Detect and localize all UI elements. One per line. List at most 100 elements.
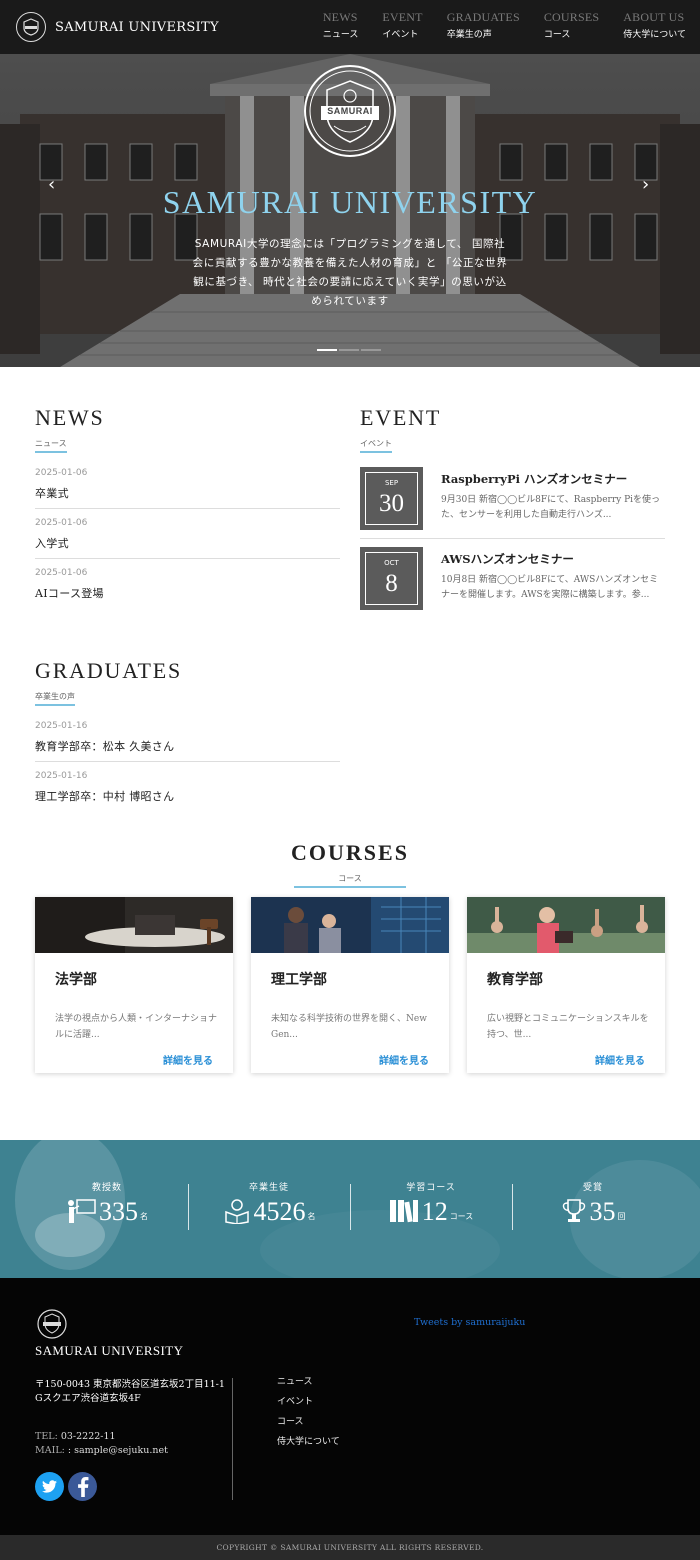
university-emblem-icon: [16, 12, 46, 42]
list-item[interactable]: 2025-01-16 理工学部卒：中村 博昭さん: [35, 762, 340, 811]
news-section: NEWS ニュース 2025-01-06 卒業式 2025-01-06 入学式 20…: [35, 405, 340, 608]
hero-emblem-label: SAMURAI: [327, 106, 373, 116]
footer-contact: TEL: 03-2222-11 MAIL: : sample@sejuku.ne…: [35, 1430, 168, 1458]
twitter-icon: [42, 1480, 57, 1493]
stat-label: 受賞: [582, 1183, 603, 1193]
twitter-button[interactable]: [35, 1472, 64, 1501]
facebook-button[interactable]: [68, 1472, 97, 1501]
site-logo[interactable]: SAMURAI UNIVERSITY: [16, 12, 219, 42]
nav-item-news[interactable]: NEWS ニュース: [323, 10, 359, 40]
event-section: EVENT イベント SEP 30 RaspberryPi ハンズオンセミナー …: [360, 405, 665, 618]
nav-label-en: COURSES: [543, 10, 600, 24]
graduates-list: 2025-01-16 教育学部卒：松本 久美さん 2025-01-16 理工学部卒：…: [35, 712, 340, 811]
list-item[interactable]: 2025-01-06 卒業式: [35, 459, 340, 509]
nav-label-en: NEWS: [322, 10, 358, 24]
news-subtitle: ニュース: [35, 438, 67, 453]
slider-dot[interactable]: [317, 349, 337, 351]
course-image-engineering: [251, 897, 449, 953]
graduates-title: GRADUATES: [35, 658, 182, 683]
event-day: 30: [379, 490, 404, 517]
mail-label: MAIL:: [35, 1445, 65, 1456]
event-list: SEP 30 RaspberryPi ハンズオンセミナー 9月30日 新宿◯◯ビ…: [360, 459, 665, 618]
news-list: 2025-01-06 卒業式 2025-01-06 入学式 2025-01-06 AI…: [35, 459, 340, 608]
courses-title: COURSES: [291, 840, 409, 865]
list-item[interactable]: 2025-01-06 入学式: [35, 509, 340, 559]
list-item[interactable]: 2025-01-06 AIコース登場: [35, 559, 340, 608]
graduates-section: GRADUATES 卒業生の声 2025-01-16 教育学部卒：松本 久美さん …: [35, 658, 340, 811]
course-card-law[interactable]: 法学部 法学の視点から人類・インターナショナルに活躍... 詳細を見る: [35, 897, 233, 1073]
course-image-law: [35, 897, 233, 953]
graduates-subtitle: 卒業生の声: [35, 691, 75, 706]
course-title: 理工学部: [271, 972, 327, 988]
list-item[interactable]: 2025-01-16 教育学部卒：松本 久美さん: [35, 712, 340, 762]
footer-nav: ニュース イベント コース 侍大学について: [277, 1372, 340, 1452]
slider-dot[interactable]: [361, 349, 381, 351]
course-card-education[interactable]: 教育学部 広い視野とコミュニケーションスキルを持つ、世... 詳細を見る: [467, 897, 665, 1073]
site-footer: SAMURAI UNIVERSITY 〒150-0043 東京都渋谷区道玄坂2丁…: [0, 1278, 700, 1535]
news-item-title: 入学式: [35, 537, 69, 550]
social-links: [35, 1472, 101, 1501]
course-desc: 広い視野とコミュニケーションスキルを持つ、世...: [487, 1014, 649, 1040]
footer-link-about[interactable]: 侍大学について: [277, 1432, 340, 1452]
event-month: SEP: [384, 479, 399, 487]
footer-link-courses[interactable]: コース: [277, 1412, 340, 1432]
mail-value: : sample@sejuku.net: [67, 1445, 168, 1456]
course-cards: 法学部 法学の視点から人類・インターナショナルに活躍... 詳細を見る 理工学部…: [35, 897, 683, 1073]
stat-label: 卒業生徒: [248, 1183, 289, 1193]
stat-graduates: 卒業生徒 4526 名: [188, 1180, 350, 1227]
nav-item-courses[interactable]: COURSES コース: [544, 10, 599, 40]
nav-label-jp: イベント: [382, 30, 419, 40]
news-item-title: 卒業式: [35, 487, 69, 500]
course-detail-link[interactable]: 詳細を見る: [163, 1052, 213, 1067]
tel-value: 03-2222-11: [60, 1431, 116, 1442]
footer-link-news[interactable]: ニュース: [277, 1372, 340, 1392]
event-item-title: RaspberryPi ハンズオンセミナー: [441, 472, 628, 486]
nav-item-about-us[interactable]: ABOUT US 侍大学について: [623, 10, 686, 40]
main-nav: NEWS ニュース EVENT イベント GRADUATES 卒業生の声 COURSE…: [299, 10, 686, 40]
event-item-desc: 10月8日 新宿◯◯ビル8Fにて、AWSハンズオンセミナーを開催します。AWSを…: [441, 575, 659, 600]
event-date-badge: SEP 30: [360, 467, 423, 530]
course-detail-link[interactable]: 詳細を見る: [379, 1052, 429, 1067]
footer-address: 〒150-0043 東京都渋谷区道玄坂2丁目11-1 Gスクエア渋谷道玄坂4F: [35, 1379, 225, 1404]
twitter-timeline-link[interactable]: Tweets by samuraijuku: [414, 1317, 525, 1328]
stats-section: 教授数 335 名 卒業生徒 4526 名 学習コース 12 コース 受賞 35…: [0, 1140, 700, 1278]
nav-item-event[interactable]: EVENT イベント: [382, 10, 422, 40]
stat-courses: 学習コース 12 コース: [350, 1180, 512, 1227]
news-item-title: AIコース登場: [35, 587, 104, 600]
hero-slider: SAMURAI ‹ › SAMURAI UNIVERSITY SAMURAI大学…: [0, 54, 700, 367]
course-desc: 未知なる科学技術の世界を開く、New Gen...: [271, 1014, 427, 1040]
stat-value: 35: [589, 1197, 616, 1226]
graduate-date: 2025-01-16: [35, 771, 88, 781]
nav-label-en: EVENT: [382, 10, 423, 24]
stat-label: 学習コース: [406, 1183, 456, 1193]
footer-emblem-icon: [37, 1309, 67, 1339]
slider-dots: [317, 349, 383, 351]
slider-dot[interactable]: [339, 349, 359, 351]
nav-item-graduates[interactable]: GRADUATES 卒業生の声: [447, 10, 520, 40]
course-desc: 法学の視点から人類・インターナショナルに活躍...: [55, 1014, 218, 1040]
nav-label-jp: コース: [543, 30, 571, 40]
footer-university-name: SAMURAI UNIVERSITY: [35, 1343, 184, 1358]
news-title: NEWS: [35, 405, 105, 430]
event-date-badge: OCT 8: [360, 547, 423, 610]
books-icon: [389, 1200, 418, 1223]
courses-subtitle: コース: [294, 873, 406, 888]
event-day: 8: [385, 570, 398, 597]
site-header: SAMURAI UNIVERSITY NEWS ニュース EVENT イベント GR…: [0, 0, 700, 54]
nav-label-jp: ニュース: [322, 30, 359, 40]
tel-label: TEL:: [35, 1431, 58, 1442]
stat-value: 12: [421, 1197, 448, 1226]
course-card-engineering[interactable]: 理工学部 未知なる科学技術の世界を開く、New Gen... 詳細を見る: [251, 897, 449, 1073]
stat-awards: 受賞 35 回: [512, 1180, 674, 1227]
course-detail-link[interactable]: 詳細を見る: [595, 1052, 645, 1067]
event-subtitle: イベント: [360, 438, 392, 453]
event-item[interactable]: OCT 8 AWSハンズオンセミナー 10月8日 新宿◯◯ビル8Fにて、AWSハ…: [360, 539, 665, 618]
courses-header: COURSES コース: [0, 840, 700, 888]
event-title: EVENT: [360, 405, 442, 430]
news-date: 2025-01-06: [35, 568, 88, 578]
stat-label: 教授数: [91, 1183, 122, 1193]
graduate-item-title: 教育学部卒：松本 久美さん: [35, 740, 175, 753]
stat-unit: 名: [140, 1212, 148, 1221]
event-item[interactable]: SEP 30 RaspberryPi ハンズオンセミナー 9月30日 新宿◯◯ビ…: [360, 459, 665, 539]
footer-link-event[interactable]: イベント: [277, 1392, 340, 1412]
